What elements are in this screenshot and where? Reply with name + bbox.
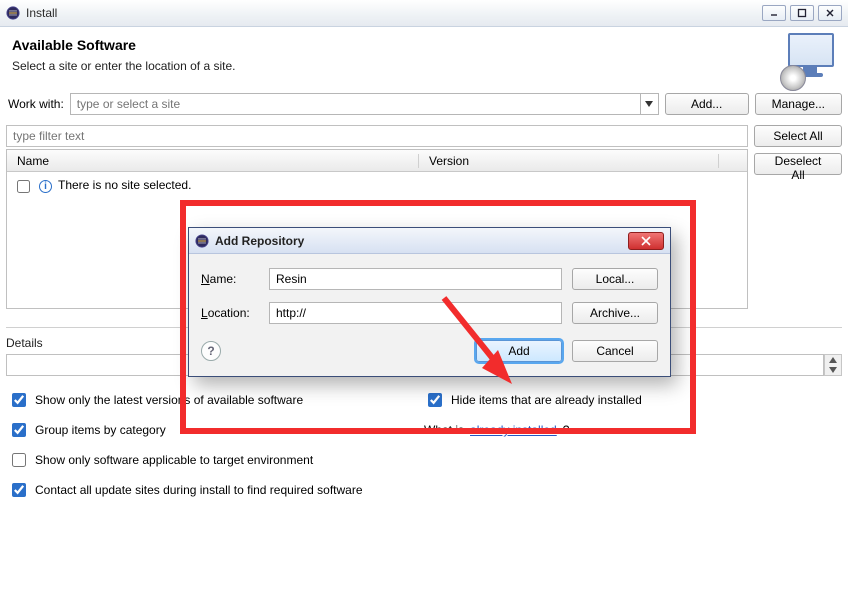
tree-header-version[interactable]: Version (419, 154, 719, 168)
install-graphic-icon (782, 33, 838, 89)
dialog-body: Name: Local... Location: Archive... (189, 254, 670, 330)
name-row: Name: Local... (201, 268, 658, 290)
work-with-combo[interactable] (70, 93, 659, 115)
option-hide-installed-label: Hide items that are already installed (451, 393, 642, 407)
wizard-subtitle: Select a site or enter the location of a… (12, 59, 836, 73)
option-applicable: Show only software applicable to target … (8, 450, 424, 470)
already-installed-link[interactable]: already installed (470, 423, 557, 437)
option-latest-versions: Show only the latest versions of availab… (8, 390, 424, 410)
whatis-suffix: ? (563, 423, 570, 437)
select-all-button[interactable]: Select All (754, 125, 842, 147)
add-repository-dialog: Add Repository Name: Local... Location: … (188, 227, 671, 377)
scroll-down-icon[interactable] (825, 365, 841, 375)
filter-input[interactable] (6, 125, 748, 147)
location-row: Location: Archive... (201, 302, 658, 324)
dialog-button-bar: ? Add Cancel (189, 330, 670, 376)
maximize-button[interactable] (790, 5, 814, 21)
work-with-input[interactable] (71, 94, 640, 114)
eclipse-icon (195, 234, 209, 248)
archive-button[interactable]: Archive... (572, 302, 658, 324)
minimize-button[interactable] (762, 5, 786, 21)
eclipse-icon (6, 6, 20, 20)
whatis-already-installed: What is already installed ? (424, 420, 840, 440)
option-contact-label: Contact all update sites during install … (35, 483, 363, 497)
combo-dropdown-icon[interactable] (640, 94, 658, 114)
dialog-add-button[interactable]: Add (476, 340, 562, 362)
wizard-title: Available Software (12, 37, 836, 53)
options-grid: Show only the latest versions of availab… (6, 390, 842, 500)
name-input[interactable] (269, 268, 562, 290)
whatis-prefix: What is (424, 423, 464, 437)
close-button[interactable] (818, 5, 842, 21)
tree-header-name[interactable]: Name (7, 154, 419, 168)
option-group-label: Group items by category (35, 423, 166, 437)
option-group-by-category: Group items by category (8, 420, 424, 440)
add-site-button[interactable]: Add... (665, 93, 749, 115)
option-contact-checkbox[interactable] (12, 483, 26, 497)
tree-header-row: Name Version (7, 150, 747, 172)
manage-sites-button[interactable]: Manage... (755, 93, 842, 115)
window-control-buttons (762, 5, 842, 21)
option-contact-sites: Contact all update sites during install … (8, 480, 840, 500)
info-icon: i (39, 180, 52, 193)
dialog-cancel-button[interactable]: Cancel (572, 340, 658, 362)
dialog-close-button[interactable] (628, 232, 664, 250)
dialog-title: Add Repository (215, 234, 628, 248)
tree-side-buttons: Select All Deselect All (754, 125, 842, 309)
option-applicable-checkbox[interactable] (12, 453, 26, 467)
location-label: Location: (201, 306, 259, 320)
option-applicable-label: Show only software applicable to target … (35, 453, 313, 467)
tree-empty-message: There is no site selected. (58, 178, 191, 192)
window-titlebar: Install (0, 0, 848, 27)
details-scrollbar[interactable] (824, 354, 842, 376)
work-with-row: Work with: Add... Manage... (6, 87, 842, 125)
window-title: Install (26, 6, 762, 20)
option-group-checkbox[interactable] (12, 423, 26, 437)
location-input[interactable] (269, 302, 562, 324)
name-label: Name: (201, 272, 259, 286)
wizard-header: Available Software Select a site or ente… (0, 27, 848, 87)
local-button[interactable]: Local... (572, 268, 658, 290)
help-icon[interactable]: ? (201, 341, 221, 361)
option-hide-installed: Hide items that are already installed (424, 390, 840, 410)
details-label: Details (6, 336, 43, 350)
option-latest-checkbox[interactable] (12, 393, 26, 407)
scroll-up-icon[interactable] (825, 355, 841, 365)
work-with-label: Work with: (6, 97, 64, 111)
tree-item-checkbox[interactable] (17, 180, 30, 193)
option-latest-label: Show only the latest versions of availab… (35, 393, 303, 407)
dialog-titlebar[interactable]: Add Repository (189, 228, 670, 254)
deselect-all-button[interactable]: Deselect All (754, 153, 842, 175)
option-hide-installed-checkbox[interactable] (428, 393, 442, 407)
